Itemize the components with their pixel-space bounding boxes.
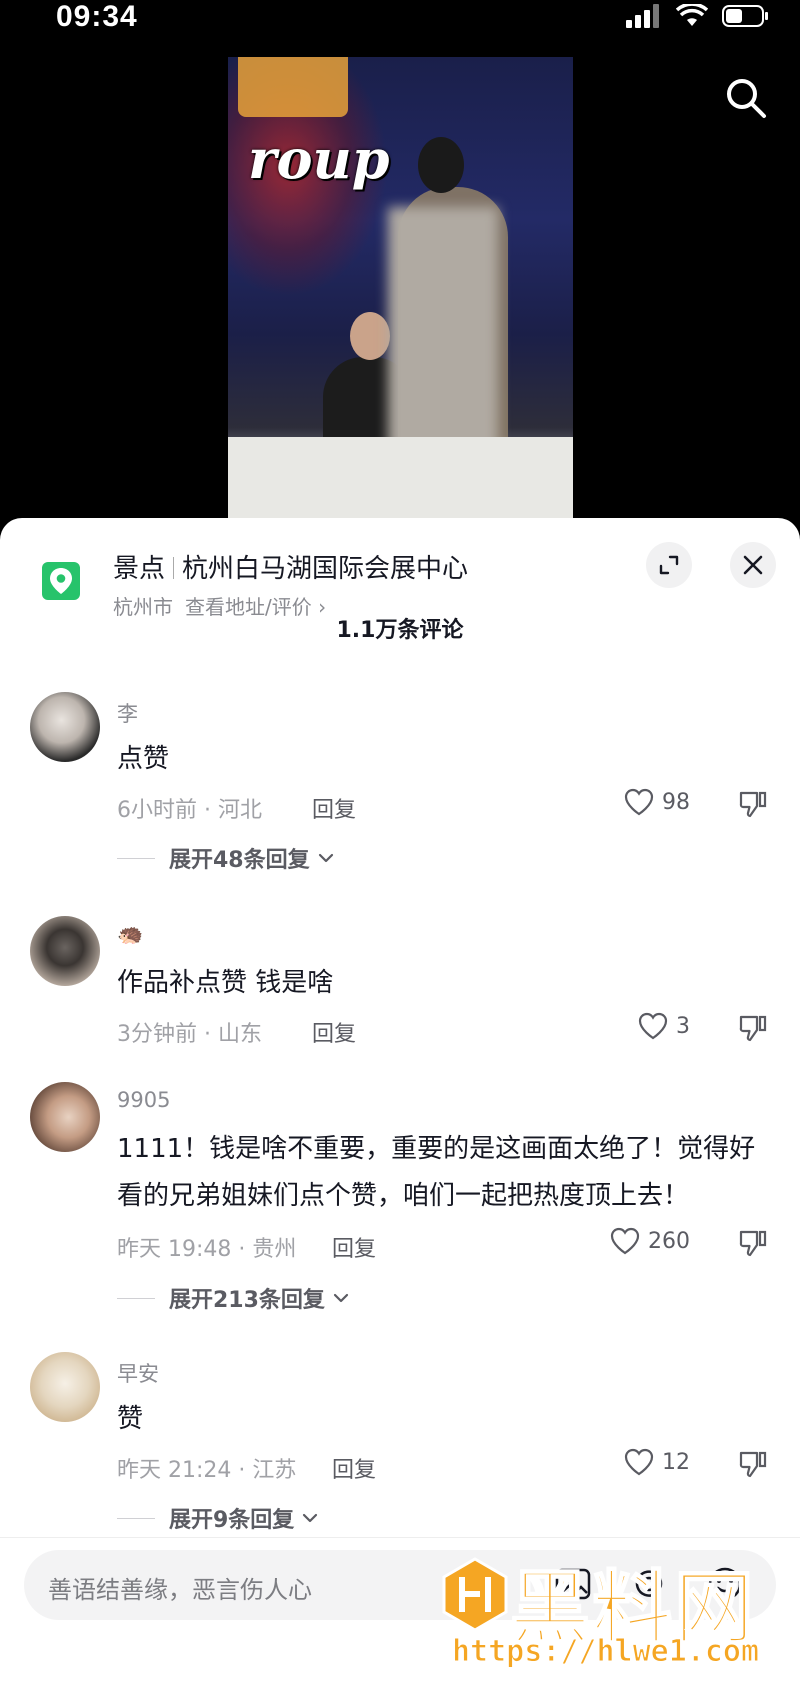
avatar[interactable] [30,1082,100,1152]
chevron-down-icon [333,1293,349,1303]
comment-sheet: 景点 杭州白马湖国际会展中心 杭州市 查看地址/评价 › 1.1万条评论 李 点赞 … [0,518,800,1695]
reply-button[interactable]: 回复 [312,1016,356,1048]
dislike-button[interactable] [738,790,768,822]
status-time: 09:34 [56,0,138,33]
expand-divider [117,857,155,859]
like-button[interactable]: 3 [638,1012,690,1040]
comment-text: 1111！钱是啥不重要，重要的是这画面太绝了！觉得好看的兄弟姐妹们点个赞，咱们一… [117,1134,756,1211]
comment-text: 赞 [117,1404,144,1434]
dislike-icon [739,1015,767,1042]
wifi-icon [675,2,709,32]
status-bar: 09:34 [0,0,800,50]
poi-name: 杭州白马湖国际会展中心 [182,554,469,584]
dislike-icon [739,1451,767,1478]
location-pin-icon [42,562,80,600]
expand-replies-label: 展开213条回复 [169,1288,325,1313]
like-button[interactable]: 260 [610,1227,690,1255]
comment-author[interactable]: 🦔 [117,922,143,947]
comment-meta: 昨天 19:48 · 贵州 [117,1237,297,1262]
comment-meta: 昨天 21:24 · 江苏 [117,1458,297,1483]
close-button[interactable] [730,542,776,588]
comment-meta: 6小时前 · 河北 [117,798,262,823]
like-count: 98 [662,789,690,815]
comment-item: 早安 赞 昨天 21:24 · 江苏 回复 12 展开9条回复 [0,1352,800,1552]
video-figure-head [418,137,464,193]
heart-icon [638,1012,668,1040]
expand-button[interactable] [646,542,692,588]
comment-meta: 3分钟前 · 山东 [117,1022,262,1047]
poi-category: 景点 [113,554,166,584]
poi-title[interactable]: 景点 杭州白马湖国际会展中心 [113,548,468,585]
dislike-button[interactable] [738,1014,768,1046]
video-logo-block [238,57,348,117]
battery-icon [722,4,770,32]
dislike-button[interactable] [738,1450,768,1482]
comment-author[interactable]: 李 [117,698,138,728]
reply-button[interactable]: 回复 [312,792,356,824]
like-button[interactable]: 12 [624,1448,690,1476]
expand-divider [117,1517,155,1519]
video-player[interactable]: roup [0,0,800,520]
expand-divider [117,1297,155,1299]
expand-icon [659,555,679,575]
video-table [228,437,573,520]
video-person-head [350,312,390,360]
heart-icon [624,788,654,816]
status-icons [626,2,770,32]
poi-divider [173,557,175,579]
close-icon [743,555,763,575]
dislike-icon [739,1230,767,1257]
reply-button[interactable]: 回复 [332,1452,376,1484]
expand-replies-label: 展开9条回复 [169,1508,295,1533]
expand-replies[interactable]: 展开48条回复 [117,842,334,874]
expand-replies[interactable]: 展开213条回复 [117,1282,349,1314]
expand-replies[interactable]: 展开9条回复 [117,1502,318,1534]
comment-text: 作品补点赞 钱是啥 [117,968,334,998]
like-count: 3 [676,1013,690,1039]
comment-text: 点赞 [117,744,170,774]
heart-icon [610,1227,640,1255]
chevron-down-icon [303,1513,318,1523]
comment-count: 1.1万条评论 [336,618,464,643]
poi-card[interactable]: 景点 杭州白马湖国际会展中心 杭州市 查看地址/评价 › [42,546,562,619]
like-count: 12 [662,1449,690,1475]
dislike-button[interactable] [738,1229,768,1261]
video-overlay-text: roup [248,127,390,191]
comment-author[interactable]: 早安 [117,1358,159,1388]
comment-item: 🦔 作品补点赞 钱是啥 3分钟前 · 山东 回复 3 [0,916,800,1066]
avatar[interactable] [30,916,100,986]
expand-replies-label: 展开48条回复 [169,848,310,873]
chevron-down-icon [318,853,333,863]
signal-icon [626,4,662,32]
avatar[interactable] [30,1352,100,1422]
video-frame[interactable]: roup [228,57,573,520]
heart-icon [624,1448,654,1476]
watermark-url: https://hlwe1.com [451,1634,760,1670]
like-count: 260 [648,1228,690,1254]
comment-author[interactable]: 9905 [117,1088,170,1112]
avatar[interactable] [30,692,100,762]
comment-input-placeholder: 善语结善缘，恶言伤人心 [48,1576,312,1604]
reply-button[interactable]: 回复 [332,1231,376,1263]
search-icon[interactable] [724,76,768,120]
comment-item: 李 点赞 6小时前 · 河北 回复 98 展开48条回复 [0,692,800,892]
watermark: 黑料网 https://hlwe1.com [430,1552,790,1695]
like-button[interactable]: 98 [624,788,690,816]
dislike-icon [739,791,767,818]
comment-item: 9905 1111！钱是啥不重要，重要的是这画面太绝了！觉得好看的兄弟姐妹们点个… [0,1082,800,1342]
watermark-logo-icon [442,1557,508,1632]
